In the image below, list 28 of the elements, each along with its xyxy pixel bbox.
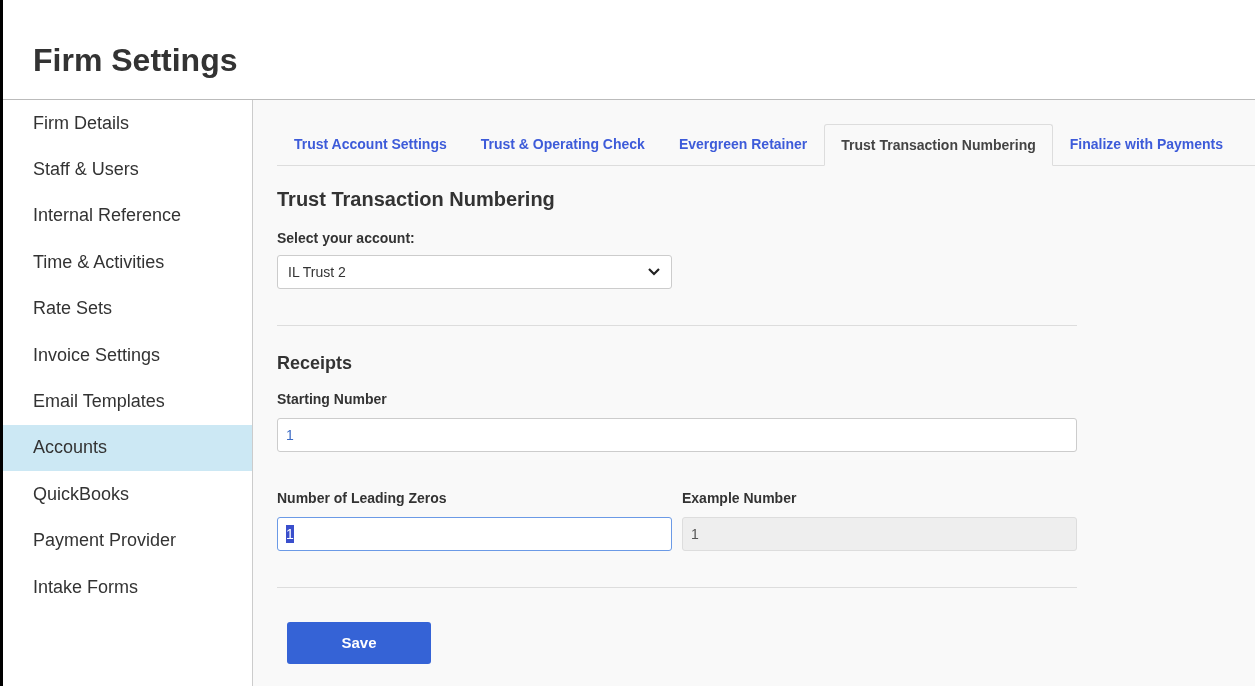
- sidebar-item[interactable]: Time & Activities: [3, 239, 252, 286]
- field-label: Example Number: [682, 489, 798, 508]
- sidebar-item[interactable]: Internal Reference: [3, 192, 252, 240]
- page-title: Firm Settings: [33, 40, 238, 80]
- section-heading: Receipts: [277, 352, 354, 375]
- chevron-down-icon: [647, 267, 661, 277]
- sidebar-item[interactable]: QuickBooks: [3, 471, 252, 518]
- sidebar-item[interactable]: Rate Sets: [3, 285, 252, 332]
- tab[interactable]: Trust Account Settings: [278, 123, 463, 165]
- sidebar-item[interactable]: Invoice Settings: [3, 331, 252, 379]
- sidebar-item[interactable]: Payment Provider: [3, 517, 252, 564]
- sidebar-item[interactable]: Firm Details: [3, 100, 252, 147]
- input-field[interactable]: 1: [277, 418, 1077, 452]
- field-label: Number of Leading Zeros: [277, 489, 448, 508]
- tab[interactable]: Trust Transaction Numbering: [824, 124, 1053, 166]
- account-select[interactable]: IL Trust 2: [277, 255, 672, 289]
- field-label: Select your account:: [277, 229, 416, 248]
- tab[interactable]: Evergreen Retainer: [662, 123, 824, 165]
- sidebar-item[interactable]: Accounts: [3, 424, 252, 472]
- section-heading: Trust Transaction Numbering: [277, 187, 556, 212]
- tab[interactable]: Trust & Operating Check: [464, 123, 661, 165]
- input-field[interactable]: 1: [277, 517, 672, 551]
- save-button[interactable]: Save: [287, 622, 431, 664]
- tab[interactable]: Finalize with Payments: [1053, 123, 1240, 165]
- sidebar-item[interactable]: Staff & Users: [3, 146, 252, 193]
- sidebar-item[interactable]: Email Templates: [3, 378, 252, 425]
- sidebar-item[interactable]: Intake Forms: [3, 563, 252, 611]
- field-label: Starting Number: [277, 390, 388, 409]
